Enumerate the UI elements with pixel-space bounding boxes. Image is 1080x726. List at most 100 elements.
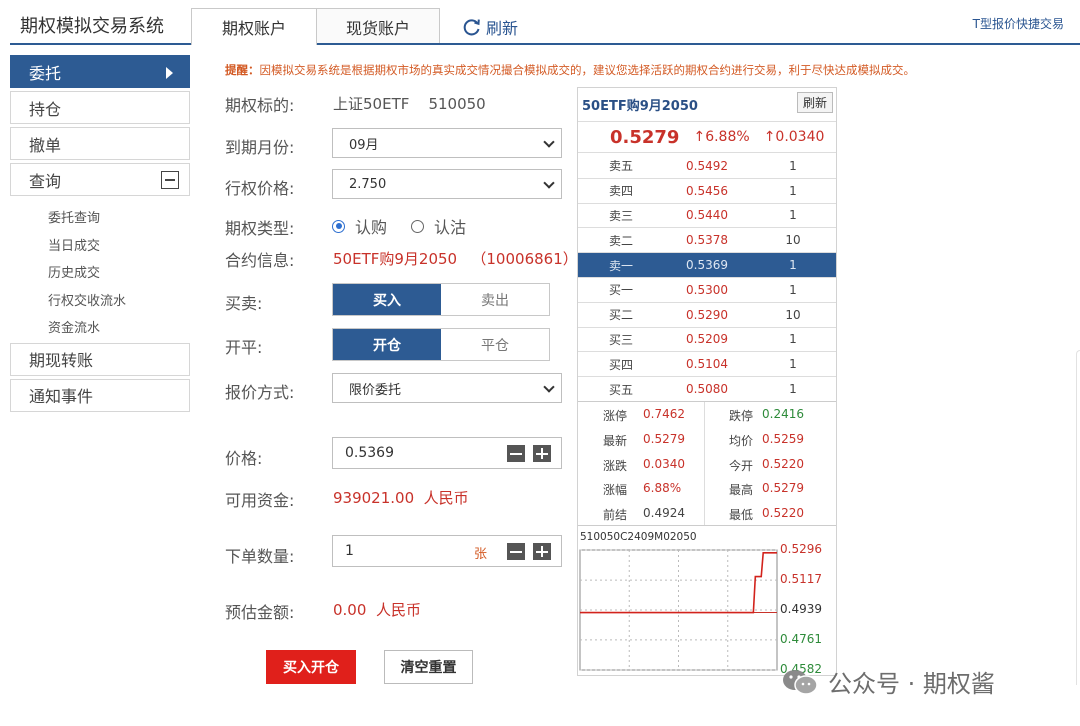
price-minus-icon[interactable] [507, 445, 525, 462]
option-type-label: 期权类型: [225, 219, 295, 238]
qty-unit: 张 [473, 547, 487, 562]
stat-label: 最高 [729, 483, 754, 498]
side-toggle: 买入 卖出 [332, 283, 550, 316]
book-level-volume: 1 [789, 332, 797, 347]
sidebar-item-query[interactable]: 查询 [10, 163, 190, 196]
reset-button[interactable]: 清空重置 [384, 650, 473, 684]
book-level-name: 买四 [609, 357, 634, 372]
expiry-select[interactable]: 09月 [332, 128, 562, 158]
order-book-row[interactable]: 卖三 0.5440 1 [578, 204, 836, 228]
sidebar-item-cancel[interactable]: 撤单 [10, 127, 190, 160]
order-book-row[interactable]: 买一 0.5300 1 [578, 278, 836, 302]
book-level-price: 0.5290 [686, 307, 728, 322]
sidebar-subitem-fund-flow[interactable]: 资金流水 [10, 313, 190, 341]
put-radio[interactable] [411, 219, 425, 233]
buy-button[interactable]: 买入 [333, 284, 441, 315]
intraday-chart: 510050C2409M02050 0.5296 0.5117 0.4939 0.47… [578, 528, 836, 676]
sidebar-subitem-order-query[interactable]: 委托查询 [10, 203, 190, 231]
book-level-volume: 1 [789, 208, 797, 223]
book-level-name: 买一 [609, 283, 634, 298]
sidebar-subitem-history-trades[interactable]: 历史成交 [10, 258, 190, 286]
stat-value: 0.5259 [762, 431, 804, 446]
price-plus-icon[interactable] [533, 445, 551, 462]
sidebar-item-order[interactable]: 委托 [10, 55, 190, 88]
price-input[interactable]: 0.5369 [332, 437, 562, 469]
openclose-toggle: 开仓 平仓 [332, 328, 550, 361]
order-book-row[interactable]: 买三 0.5209 1 [578, 328, 836, 352]
order-book-row[interactable]: 买五 0.5080 1 [578, 377, 836, 401]
stat-value: 0.5220 [762, 506, 804, 521]
chart-y-tick-label: 0.4761 [780, 631, 822, 646]
expiry-label: 到期月份: [225, 138, 295, 157]
pricing-select[interactable]: 限价委托 [332, 373, 562, 403]
stat-value: 0.7462 [643, 407, 685, 421]
call-radio[interactable] [332, 219, 345, 233]
sidebar-item-positions[interactable]: 持仓 [10, 91, 190, 124]
sidebar-subitem-today-trades[interactable]: 当日成交 [10, 231, 190, 259]
stat-label: 跌停 [729, 409, 754, 423]
order-book-row[interactable]: 买二 0.5290 10 [578, 303, 836, 327]
stat-value: 0.5220 [762, 456, 804, 471]
sidebar-item-label: 期现转账 [29, 351, 94, 370]
book-level-price: 0.5456 [686, 183, 728, 198]
watermark: 公众号 · 期权酱 [780, 664, 995, 699]
quote-refresh-button[interactable]: 刷新 [796, 92, 833, 113]
book-level-price: 0.5492 [686, 158, 728, 173]
qty-minus-icon[interactable] [507, 543, 525, 560]
pricing-label: 报价方式: [225, 383, 295, 402]
order-book-row[interactable]: 买四 0.5104 1 [578, 352, 836, 376]
order-book-row[interactable]: 卖五 0.5492 1 [578, 154, 836, 178]
put-label: 认沽 [434, 218, 467, 237]
close-button[interactable]: 平仓 [441, 329, 549, 360]
strike-select[interactable]: 2.750 [332, 169, 562, 199]
collapse-icon[interactable] [161, 171, 179, 189]
stat-label: 涨幅 [603, 483, 628, 498]
t-quote-link[interactable]: T型报价快捷交易 [973, 15, 1064, 32]
qty-input[interactable]: 1 张 [332, 535, 562, 567]
price-value: 0.5369 [345, 445, 394, 461]
stat-label: 最新 [603, 433, 628, 448]
qty-value: 1 [345, 543, 354, 559]
sidebar-item-label: 撤单 [29, 135, 62, 155]
funds-label: 可用资金: [225, 491, 295, 510]
chart-y-tick-label: 0.5117 [780, 572, 822, 587]
caret-right-icon [166, 67, 173, 79]
book-level-volume: 1 [789, 258, 797, 273]
quote-panel: 50ETF购9月2050 刷新 0.5279 ↑6.88% ↑0.0340 卖五… [577, 87, 837, 676]
quote-stats: 涨停 0.7462 跌停 0.2416 最新 0.5279 均价 0.5259 涨跌 0.0340… [578, 401, 836, 526]
qty-plus-icon[interactable] [533, 543, 551, 560]
tab-option-account[interactable]: 期权账户 [191, 8, 317, 45]
side-label: 买卖: [225, 294, 263, 313]
query-submenu: 委托查询 当日成交 历史成交 行权交收流水 资金流水 [10, 199, 190, 343]
last-price: 0.5279 [610, 126, 680, 148]
stats-row: 涨停 0.7462 跌停 0.2416 [578, 402, 836, 427]
underlying-name: 上证50ETF [333, 95, 410, 113]
book-level-volume: 1 [789, 183, 797, 198]
sidebar-item-transfer[interactable]: 期现转账 [10, 342, 190, 376]
stat-label: 涨停 [603, 409, 628, 423]
sidebar-subitem-exercise-flow[interactable]: 行权交收流水 [10, 286, 190, 314]
change-percent: ↑6.88% [693, 129, 750, 145]
chevron-down-icon [543, 381, 555, 393]
book-level-name: 买二 [609, 308, 634, 323]
open-button[interactable]: 开仓 [333, 329, 441, 360]
book-level-name: 卖五 [609, 159, 634, 174]
tab-spot-account[interactable]: 现货账户 [316, 8, 440, 44]
funds-value: 939021.00 人民币 [333, 487, 469, 508]
book-level-name: 卖三 [609, 208, 634, 223]
refresh-button[interactable]: 刷新 [462, 15, 518, 39]
stat-value: 0.5279 [762, 481, 804, 496]
sell-button[interactable]: 卖出 [441, 284, 549, 315]
change-amount: ↑0.0340 [763, 129, 825, 145]
stat-value: 6.88% [643, 481, 682, 496]
price-label: 价格: [225, 449, 263, 468]
funds-amount: 939021.00 [333, 489, 415, 507]
buy-open-button[interactable]: 买入开仓 [266, 650, 356, 684]
stats-row: 涨跌 0.0340 今开 0.5220 [578, 452, 836, 477]
order-book-row[interactable]: 卖四 0.5456 1 [578, 179, 836, 203]
sidebar-item-notifications[interactable]: 通知事件 [10, 378, 190, 412]
underlying-code: 510050 [428, 95, 486, 113]
order-book-row[interactable]: 卖二 0.5378 10 [578, 228, 836, 252]
order-book-row[interactable]: 卖一 0.5369 1 [578, 253, 836, 277]
estimate-value: 0.00 人民币 [333, 599, 421, 620]
